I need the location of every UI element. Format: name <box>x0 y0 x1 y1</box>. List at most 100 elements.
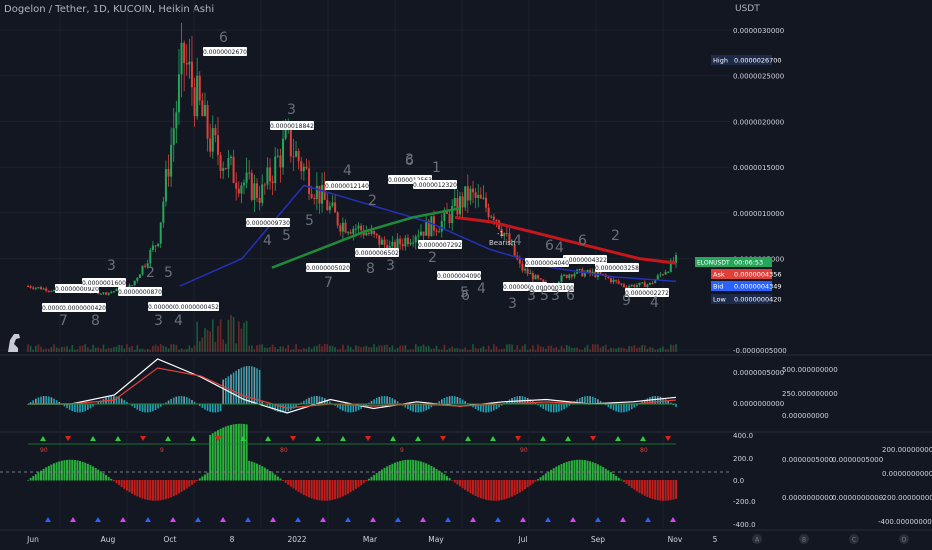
momentum-hist-bar <box>432 467 435 481</box>
volume-bar <box>139 348 141 352</box>
momentum-marker-label: 90 <box>520 447 528 454</box>
volume-bar <box>602 346 604 352</box>
oscillator-hist-bar <box>633 404 636 408</box>
momentum-axis-tick: 200.0 <box>733 455 753 463</box>
momentum-hist-bar <box>487 480 490 501</box>
volume-bar <box>271 344 274 352</box>
candle-body <box>154 245 157 247</box>
momentum-hist-bar <box>498 480 501 501</box>
oscillator-hist-bar <box>219 404 222 412</box>
volume-bar <box>290 349 292 352</box>
momentum-hist-bar <box>68 459 71 481</box>
candle-body <box>313 197 316 200</box>
volume-bar <box>628 346 630 352</box>
oscillator-hist-bar <box>214 404 217 413</box>
momentum-hist-bar <box>141 480 144 499</box>
momentum-hist-bar <box>92 466 95 481</box>
candle-body <box>34 287 37 289</box>
candle-body <box>659 274 662 276</box>
candle-body <box>224 168 227 170</box>
candle-body <box>620 283 623 285</box>
volume-bar <box>594 344 597 352</box>
marker-bottom-triangle <box>120 517 126 522</box>
oscillator-hist-bar <box>66 404 68 409</box>
volume-bar <box>565 344 568 352</box>
time-axis-tick: Sep <box>591 535 605 544</box>
oscillator-hist-bar <box>152 404 154 412</box>
volume-bar <box>84 344 87 352</box>
momentum-hist-bar <box>123 480 126 489</box>
momentum-hist-bar <box>469 480 472 494</box>
candle-body <box>357 225 360 229</box>
volume-bar <box>157 345 159 352</box>
volume-bar <box>71 345 74 352</box>
volume-bar <box>237 321 240 352</box>
volume-bar <box>526 349 529 352</box>
trading-chart[interactable]: 0.00000026700.00000188420.00000121400.00… <box>0 0 932 550</box>
candle-body <box>336 212 339 226</box>
momentum-hist-bar <box>313 480 316 500</box>
volume-bar <box>381 345 383 352</box>
momentum-hist-bar <box>60 460 63 481</box>
momentum-hist-bar <box>599 465 602 481</box>
candle-body <box>383 239 386 245</box>
volume-bar <box>446 349 448 352</box>
candle-body <box>326 199 329 211</box>
volume-bar <box>305 348 308 352</box>
momentum-hist-bar <box>511 480 514 497</box>
candle-body <box>365 232 368 236</box>
momentum-hist-bar <box>297 480 300 492</box>
momentum-hist-bar <box>310 480 313 499</box>
volume-bar <box>495 346 498 352</box>
volume-bar <box>438 349 440 352</box>
time-axis-tick: May <box>428 535 444 544</box>
volume-bar <box>604 344 607 352</box>
candle-body <box>477 194 480 198</box>
candle-body <box>570 274 573 277</box>
oscillator-hist-bar <box>651 396 654 405</box>
candle-body <box>563 274 566 276</box>
momentum-hist-bar <box>157 480 160 501</box>
wave-label: 3 <box>551 288 560 304</box>
oscillator-hist-bar <box>180 396 183 405</box>
candle-body <box>568 274 571 278</box>
candle-body <box>188 61 191 65</box>
oscillator-hist-bar <box>118 397 120 405</box>
momentum-hist-bar <box>583 460 586 481</box>
momentum-hist-bar <box>542 475 545 481</box>
volume-bar <box>456 348 459 352</box>
volume-bar <box>480 348 482 352</box>
momentum-hist-bar <box>71 459 74 481</box>
marker-up-triangle <box>465 436 471 441</box>
volume-bar <box>279 346 282 352</box>
volume-bar <box>448 348 451 352</box>
momentum-hist-bar <box>198 478 201 481</box>
candle-body <box>206 104 209 139</box>
wave-label: 5 <box>282 228 291 244</box>
volume-bar <box>326 344 329 352</box>
candle-body <box>459 196 461 215</box>
marker-up-triangle <box>165 436 171 441</box>
candle-body <box>375 233 378 236</box>
oscillator-hist-bar <box>68 404 71 410</box>
marker-bottom-triangle <box>620 517 626 522</box>
volume-bar <box>477 348 480 352</box>
volume-bar <box>487 345 490 352</box>
candle-body <box>534 275 537 280</box>
volume-bar <box>589 349 591 352</box>
oscillator-hist-bar <box>654 396 656 405</box>
momentum-hist-bar <box>167 480 170 499</box>
volume-bar <box>152 345 154 352</box>
wave-label: 6 <box>405 153 414 169</box>
bid-box-value: 0.0000004349 <box>734 283 782 291</box>
candle-body <box>229 156 232 159</box>
momentum-hist-bar <box>81 461 84 481</box>
momentum-hist-bar <box>578 459 581 481</box>
candle-body <box>209 138 212 152</box>
price-axis-tick: -0.0000005000 <box>733 347 787 355</box>
volume-bar <box>126 344 128 352</box>
volume-bar <box>519 349 521 352</box>
last-box: ELONUSDT 00:06:53 <box>695 257 772 267</box>
candle-body <box>635 285 638 287</box>
candle-body <box>256 183 259 198</box>
